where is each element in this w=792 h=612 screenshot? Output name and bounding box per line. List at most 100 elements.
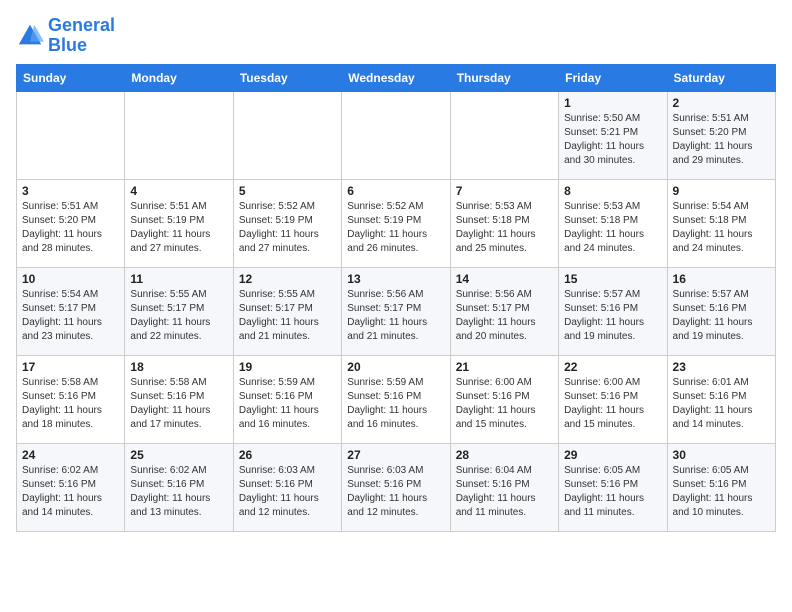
calendar-day-cell [342,91,450,179]
day-info: Sunrise: 5:58 AMSunset: 5:16 PMDaylight:… [22,376,119,432]
day-number: 10 [22,272,119,286]
day-info: Sunrise: 5:53 AMSunset: 5:18 PMDaylight:… [456,200,553,256]
day-number: 16 [673,272,770,286]
day-number: 17 [22,360,119,374]
calendar-day-cell: 14 Sunrise: 5:56 AMSunset: 5:17 PMDayligh… [450,267,558,355]
day-info: Sunrise: 5:54 AMSunset: 5:17 PMDaylight:… [22,288,119,344]
calendar-day-cell: 9Sunrise: 5:54 AMSunset: 5:18 PMDaylight… [667,179,775,267]
calendar-day-cell [125,91,233,179]
calendar-day-cell: 30Sunrise: 6:05 AMSunset: 5:16 PMDayligh… [667,443,775,531]
calendar-day-cell: 22 Sunrise: 6:00 AMSunset: 5:16 PMDayligh… [559,355,667,443]
day-number: 7 [456,184,553,198]
calendar-day-cell: 27 Sunrise: 6:03 AMSunset: 5:16 PMDayligh… [342,443,450,531]
calendar-day-cell: 12 Sunrise: 5:55 AMSunset: 5:17 PMDayligh… [233,267,341,355]
day-number: 27 [347,448,444,462]
calendar-day-cell [233,91,341,179]
day-info: Sunrise: 5:55 AMSunset: 5:17 PMDaylight:… [239,288,336,344]
calendar-day-cell: 10 Sunrise: 5:54 AMSunset: 5:17 PMDayligh… [17,267,125,355]
day-info: Sunrise: 6:04 AMSunset: 5:16 PMDaylight:… [456,464,553,520]
day-number: 19 [239,360,336,374]
calendar-day-cell: 23 Sunrise: 6:01 AMSunset: 5:16 PMDayligh… [667,355,775,443]
weekday-header: Wednesday [342,64,450,91]
weekday-header: Saturday [667,64,775,91]
day-info: Sunrise: 5:55 AMSunset: 5:17 PMDaylight:… [130,288,227,344]
weekday-header-row: SundayMondayTuesdayWednesdayThursdayFrid… [17,64,776,91]
calendar-day-cell: 24 Sunrise: 6:02 AMSunset: 5:16 PMDayligh… [17,443,125,531]
day-number: 22 [564,360,661,374]
calendar-day-cell: 1 Sunrise: 5:50 AMSunset: 5:21 PMDaylight… [559,91,667,179]
calendar-table: SundayMondayTuesdayWednesdayThursdayFrid… [16,64,776,532]
weekday-header: Monday [125,64,233,91]
day-number: 11 [130,272,227,286]
day-number: 4 [130,184,227,198]
calendar-day-cell: 29Sunrise: 6:05 AMSunset: 5:16 PMDayligh… [559,443,667,531]
day-info: Sunrise: 5:58 AMSunset: 5:16 PMDaylight:… [130,376,227,432]
day-number: 6 [347,184,444,198]
day-info: Sunrise: 6:02 AMSunset: 5:16 PMDaylight:… [22,464,119,520]
day-number: 20 [347,360,444,374]
day-number: 8 [564,184,661,198]
day-number: 9 [673,184,770,198]
weekday-header: Friday [559,64,667,91]
day-number: 28 [456,448,553,462]
day-number: 23 [673,360,770,374]
day-number: 25 [130,448,227,462]
logo-text: General Blue [48,16,115,56]
day-info: Sunrise: 6:00 AMSunset: 5:16 PMDaylight:… [564,376,661,432]
calendar-week-row: 10 Sunrise: 5:54 AMSunset: 5:17 PMDayligh… [17,267,776,355]
day-info: Sunrise: 5:52 AMSunset: 5:19 PMDaylight:… [347,200,444,256]
day-info: Sunrise: 5:53 AMSunset: 5:18 PMDaylight:… [564,200,661,256]
day-info: Sunrise: 5:52 AMSunset: 5:19 PMDaylight:… [239,200,336,256]
calendar-day-cell: 28 Sunrise: 6:04 AMSunset: 5:16 PMDayligh… [450,443,558,531]
day-info: Sunrise: 6:03 AMSunset: 5:16 PMDaylight:… [347,464,444,520]
page-header: General Blue [16,16,776,56]
calendar-day-cell: 15Sunrise: 5:57 AMSunset: 5:16 PMDayligh… [559,267,667,355]
calendar-week-row: 3 Sunrise: 5:51 AMSunset: 5:20 PMDaylight… [17,179,776,267]
calendar-day-cell: 13 Sunrise: 5:56 AMSunset: 5:17 PMDayligh… [342,267,450,355]
weekday-header: Thursday [450,64,558,91]
day-info: Sunrise: 5:51 AMSunset: 5:20 PMDaylight:… [22,200,119,256]
day-info: Sunrise: 5:59 AMSunset: 5:16 PMDaylight:… [239,376,336,432]
day-number: 2 [673,96,770,110]
day-info: Sunrise: 5:56 AMSunset: 5:17 PMDaylight:… [456,288,553,344]
day-number: 24 [22,448,119,462]
day-info: Sunrise: 5:56 AMSunset: 5:17 PMDaylight:… [347,288,444,344]
calendar-day-cell: 6 Sunrise: 5:52 AMSunset: 5:19 PMDaylight… [342,179,450,267]
day-number: 18 [130,360,227,374]
calendar-day-cell: 2 Sunrise: 5:51 AMSunset: 5:20 PMDaylight… [667,91,775,179]
calendar-day-cell: 17 Sunrise: 5:58 AMSunset: 5:16 PMDayligh… [17,355,125,443]
weekday-header: Tuesday [233,64,341,91]
day-number: 21 [456,360,553,374]
day-info: Sunrise: 6:05 AMSunset: 5:16 PMDaylight:… [564,464,661,520]
calendar-day-cell [17,91,125,179]
calendar-week-row: 24 Sunrise: 6:02 AMSunset: 5:16 PMDayligh… [17,443,776,531]
calendar-day-cell: 21Sunrise: 6:00 AMSunset: 5:16 PMDayligh… [450,355,558,443]
day-number: 12 [239,272,336,286]
day-info: Sunrise: 6:01 AMSunset: 5:16 PMDaylight:… [673,376,770,432]
day-number: 30 [673,448,770,462]
day-number: 3 [22,184,119,198]
day-info: Sunrise: 5:57 AMSunset: 5:16 PMDaylight:… [673,288,770,344]
day-number: 26 [239,448,336,462]
logo-icon [16,22,44,50]
day-info: Sunrise: 5:51 AMSunset: 5:20 PMDaylight:… [673,112,770,168]
day-number: 13 [347,272,444,286]
day-info: Sunrise: 5:50 AMSunset: 5:21 PMDaylight:… [564,112,661,168]
day-info: Sunrise: 5:59 AMSunset: 5:16 PMDaylight:… [347,376,444,432]
calendar-week-row: 1 Sunrise: 5:50 AMSunset: 5:21 PMDaylight… [17,91,776,179]
calendar-day-cell: 11 Sunrise: 5:55 AMSunset: 5:17 PMDayligh… [125,267,233,355]
day-number: 14 [456,272,553,286]
day-info: Sunrise: 5:51 AMSunset: 5:19 PMDaylight:… [130,200,227,256]
day-number: 1 [564,96,661,110]
day-number: 5 [239,184,336,198]
calendar-day-cell: 3 Sunrise: 5:51 AMSunset: 5:20 PMDaylight… [17,179,125,267]
calendar-day-cell: 26 Sunrise: 6:03 AMSunset: 5:16 PMDayligh… [233,443,341,531]
calendar-day-cell: 19 Sunrise: 5:59 AMSunset: 5:16 PMDayligh… [233,355,341,443]
weekday-header: Sunday [17,64,125,91]
calendar-day-cell: 8 Sunrise: 5:53 AMSunset: 5:18 PMDaylight… [559,179,667,267]
calendar-day-cell: 7 Sunrise: 5:53 AMSunset: 5:18 PMDaylight… [450,179,558,267]
day-number: 15 [564,272,661,286]
calendar-day-cell: 20 Sunrise: 5:59 AMSunset: 5:16 PMDayligh… [342,355,450,443]
day-info: Sunrise: 6:03 AMSunset: 5:16 PMDaylight:… [239,464,336,520]
calendar-day-cell [450,91,558,179]
